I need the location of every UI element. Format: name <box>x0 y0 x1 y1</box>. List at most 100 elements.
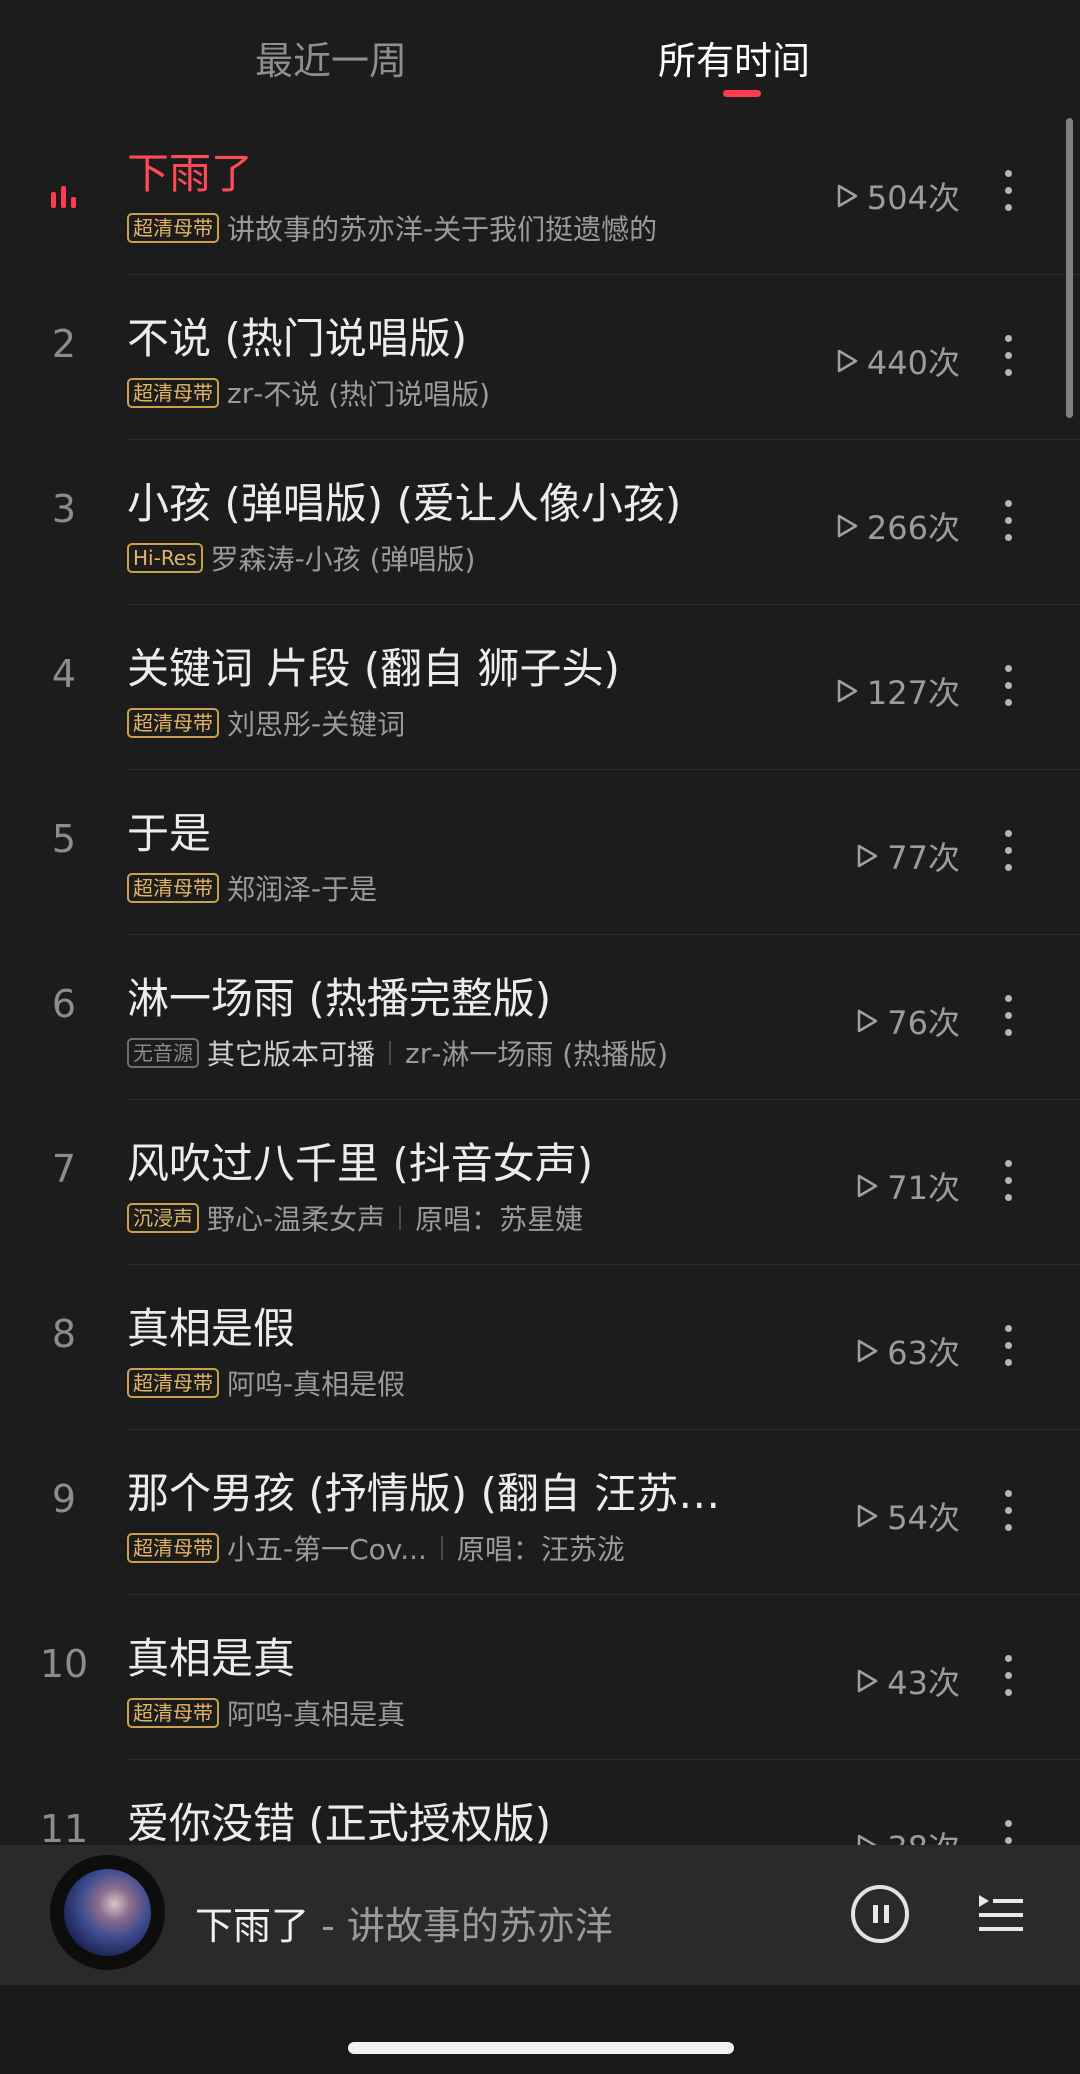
more-icon[interactable] <box>998 1820 1018 1845</box>
play-count: 127次 <box>835 668 960 714</box>
song-title[interactable]: 风吹过八千里 (抖音女声) <box>127 1130 593 1191</box>
song-row[interactable]: 7 风吹过八千里 (抖音女声) 沉浸声 野心 - 温柔女声 原唱：苏星婕 71次 <box>0 1100 1080 1265</box>
song-rank: 5 <box>51 817 77 861</box>
song-rank: 9 <box>51 1477 77 1521</box>
song-subtitle: Hi-Res 罗森涛 - 小孩 (弹唱版) <box>127 538 475 578</box>
song-album: 第一Cov... <box>293 1533 427 1566</box>
original-singer: 原唱：苏星婕 <box>415 1203 584 1236</box>
song-row[interactable]: 3 小孩 (弹唱版) (爱让人像小孩) Hi-Res 罗森涛 - 小孩 (弹唱版) 26… <box>0 440 1080 605</box>
song-title[interactable]: 爱你没错 (正式授权版) <box>127 1790 551 1845</box>
separator-dash: - <box>263 1201 274 1235</box>
separator-dash: - <box>283 1696 294 1730</box>
song-row[interactable]: 9 那个男孩 (抒情版) (翻自 汪苏… 超清母带 小五 - 第一Cov... 原唱：汪… <box>0 1430 1080 1595</box>
album-disc[interactable] <box>50 1855 165 1970</box>
song-title[interactable]: 小孩 (弹唱版) (爱让人像小孩) <box>127 470 681 531</box>
song-album: 不说 (热门说唱版) <box>263 378 491 411</box>
song-row[interactable]: 8 真相是假 超清母带 阿呜 - 真相是假 63次 <box>0 1265 1080 1430</box>
song-subtitle: 超清母带 郑润泽 - 于是 <box>127 868 377 908</box>
home-indicator[interactable] <box>348 2042 734 2054</box>
song-album: 真相是假 <box>293 1368 406 1401</box>
song-row[interactable]: 5 于是 超清母带 郑润泽 - 于是 77次 <box>0 770 1080 935</box>
more-icon[interactable] <box>998 170 1018 218</box>
song-rank: 10 <box>39 1642 89 1686</box>
song-subtitle: 超清母带 刘思彤 - 关键词 <box>127 703 405 743</box>
song-album: 小孩 (弹唱版) <box>304 543 476 576</box>
song-album: 关键词 <box>321 708 406 741</box>
more-icon[interactable] <box>998 1160 1018 1208</box>
play-count: 43次 <box>855 1658 960 1704</box>
pause-button[interactable] <box>851 1885 909 1943</box>
song-title[interactable]: 下雨了 <box>127 140 253 201</box>
play-count-icon <box>858 1834 877 1845</box>
song-subtitle: 超清母带 阿呜 - 真相是真 <box>127 1693 405 1733</box>
quality-badge: 超清母带 <box>127 708 219 738</box>
divider <box>440 1536 443 1560</box>
play-count-value: 76次 <box>887 1004 960 1042</box>
tab-recent-week[interactable]: 最近一周 <box>255 30 407 85</box>
song-artist: 野心 <box>207 1203 264 1236</box>
song-artist: zr <box>405 1036 432 1070</box>
song-album: 于是 <box>321 873 378 906</box>
song-title[interactable]: 淋一场雨 (热播完整版) <box>127 965 551 1026</box>
mini-player[interactable]: 下雨了 - 讲故事的苏亦洋 <box>0 1845 1080 1985</box>
song-row[interactable]: 10 真相是真超清母带 阿呜 - 真相是真 43次 <box>0 1595 1080 1760</box>
song-row[interactable]: 6 淋一场雨 (热播完整版) 无音源 其它版本可播 zr - 淋一场雨 (热播版) 76次 <box>0 935 1080 1100</box>
separator-dash: - <box>423 211 434 245</box>
more-icon[interactable] <box>998 830 1018 878</box>
quality-badge: 超清母带 <box>127 873 219 903</box>
quality-badge: 超清母带 <box>127 213 219 243</box>
play-count: 63次 <box>855 1328 960 1374</box>
playlist-queue-icon[interactable] <box>975 1889 1027 1941</box>
song-title[interactable]: 于是 <box>127 800 211 861</box>
more-icon[interactable] <box>998 995 1018 1043</box>
song-title[interactable]: 关键词 片段 (翻自 狮子头) <box>127 635 620 696</box>
now-playing-text[interactable]: 下雨了 - 讲故事的苏亦洋 <box>195 1895 613 1950</box>
quality-badge: 超清母带 <box>127 1698 219 1728</box>
song-row[interactable]: 下雨了 超清母带 讲故事的苏亦洋 - 关于我们挺遗憾的 504次 <box>0 110 1080 275</box>
play-count-icon <box>858 1669 878 1693</box>
more-icon[interactable] <box>998 500 1018 548</box>
song-artist: 阿呜 <box>227 1698 284 1731</box>
play-count: 71次 <box>855 1163 960 1209</box>
play-count-value: 504次 <box>866 179 960 217</box>
alt-version-note[interactable]: 其它版本可播 <box>207 1033 375 1073</box>
song-title[interactable]: 真相是假 <box>127 1295 295 1356</box>
play-count: 76次 <box>855 998 960 1044</box>
song-rank: 2 <box>51 322 77 366</box>
song-subtitle: 沉浸声 野心 - 温柔女声 原唱：苏星婕 <box>127 1198 583 1238</box>
song-title[interactable]: 真相是真 <box>127 1625 295 1686</box>
song-subtitle: 超清母带 小五 - 第一Cov... 原唱：汪苏泷 <box>127 1528 625 1568</box>
quality-badge: Hi-Res <box>127 543 203 573</box>
song-row[interactable]: 4 关键词 片段 (翻自 狮子头) 超清母带 刘思彤 - 关键词 127次 <box>0 605 1080 770</box>
scrollbar[interactable] <box>1066 118 1073 418</box>
more-icon[interactable] <box>998 665 1018 713</box>
more-icon[interactable] <box>998 1655 1018 1703</box>
song-list: 下雨了 超清母带 讲故事的苏亦洋 - 关于我们挺遗憾的 504次 2 不说 (热门说唱版)… <box>0 110 1080 1845</box>
song-row[interactable]: 2 不说 (热门说唱版) 超清母带 zr - 不说 (热门说唱版) 440次 <box>0 275 1080 440</box>
tab-all-time[interactable]: 所有时间 <box>658 30 810 85</box>
play-count-value: 71次 <box>887 1169 960 1207</box>
play-count-value: 440次 <box>866 344 960 382</box>
divider <box>389 1041 392 1065</box>
song-title[interactable]: 不说 (热门说唱版) <box>127 305 467 366</box>
time-range-tabs: 最近一周 所有时间 <box>0 0 1080 110</box>
song-rank: 8 <box>51 1312 77 1356</box>
separator-dash: - <box>311 706 322 740</box>
quality-badge: 无音源 <box>127 1038 199 1068</box>
song-artist: 郑润泽 <box>227 873 312 906</box>
song-album: 淋一场雨 (热播版) <box>441 1038 669 1071</box>
now-playing-title: 下雨了 <box>195 1904 310 1948</box>
play-count: 38次 <box>855 1823 960 1845</box>
song-rank: 4 <box>51 652 77 696</box>
play-count-value: 38次 <box>887 1823 960 1845</box>
album-art <box>64 1869 151 1956</box>
song-title[interactable]: 那个男孩 (抒情版) (翻自 汪苏… <box>127 1460 720 1521</box>
active-tab-indicator <box>723 90 761 97</box>
more-icon[interactable] <box>998 335 1018 383</box>
song-rank: 6 <box>51 982 77 1026</box>
song-subtitle: 无音源 其它版本可播 zr - 淋一场雨 (热播版) <box>127 1033 668 1073</box>
separator-dash: - <box>294 541 305 575</box>
song-row[interactable]: 11 爱你没错 (正式授权版) 38次 <box>0 1760 1080 1845</box>
more-icon[interactable] <box>998 1490 1018 1538</box>
more-icon[interactable] <box>998 1325 1018 1373</box>
